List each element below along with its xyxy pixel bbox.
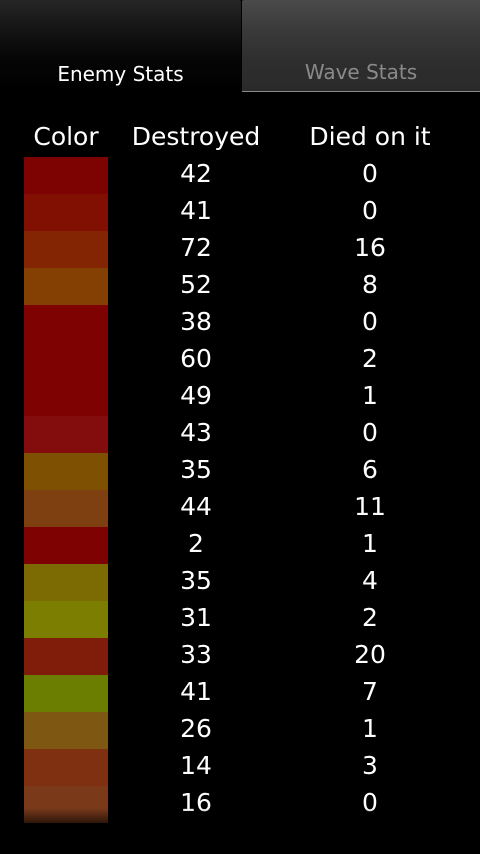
enemy-color-swatch xyxy=(24,416,108,453)
died-on-it-count: 11 xyxy=(354,492,386,521)
table-row: 60 2 xyxy=(0,342,480,379)
destroyed-count: 33 xyxy=(180,640,212,669)
died-on-it-count: 20 xyxy=(354,640,386,669)
tab-enemy-stats[interactable]: Enemy Stats xyxy=(0,0,241,93)
table-row: 35 6 xyxy=(0,453,480,490)
header-color: Color xyxy=(33,122,99,151)
destroyed-count: 16 xyxy=(180,788,212,817)
enemy-color-swatch xyxy=(24,490,108,527)
table-row: 43 0 xyxy=(0,416,480,453)
destroyed-count: 14 xyxy=(180,751,212,780)
tab-wave-stats-label: Wave Stats xyxy=(304,60,418,84)
enemy-color-swatch xyxy=(24,157,108,194)
enemy-color-swatch xyxy=(24,712,108,749)
enemy-color-swatch xyxy=(24,564,108,601)
died-on-it-count: 8 xyxy=(362,270,378,299)
tab-enemy-stats-label: Enemy Stats xyxy=(57,62,184,86)
enemy-color-swatch xyxy=(24,305,108,342)
enemy-color-swatch xyxy=(24,453,108,490)
destroyed-count: 38 xyxy=(180,307,212,336)
stats-table: 42 0 41 0 72 16 52 8 38 0 60 2 49 1 43 0 35 6 44 11 2 1 35 4 31 2… xyxy=(0,157,480,823)
tab-bar: Enemy Stats Wave Stats xyxy=(0,0,480,93)
enemy-color-swatch xyxy=(24,601,108,638)
table-row: 21 xyxy=(0,527,480,564)
destroyed-count: 42 xyxy=(180,159,212,188)
destroyed-count: 31 xyxy=(180,603,212,632)
died-on-it-count: 0 xyxy=(362,418,378,447)
destroyed-count: 60 xyxy=(180,344,212,373)
table-row: 44 11 xyxy=(0,490,480,527)
table-row: 35 4 xyxy=(0,564,480,601)
table-row: 38 0 xyxy=(0,305,480,342)
table-row: 16 0 xyxy=(0,786,480,823)
table-row: 41 7 xyxy=(0,675,480,712)
died-on-it-count: 3 xyxy=(362,751,378,780)
died-on-it-count: 0 xyxy=(362,788,378,817)
destroyed-count: 72 xyxy=(180,233,212,262)
enemy-color-swatch xyxy=(24,638,108,675)
table-row: 33 20 xyxy=(0,638,480,675)
died-on-it-count: 4 xyxy=(362,566,378,595)
died-on-it-count: 16 xyxy=(354,233,386,262)
destroyed-count: 35 xyxy=(180,455,212,484)
destroyed-count: 41 xyxy=(180,677,212,706)
enemy-color-swatch xyxy=(24,749,108,786)
table-row: 42 0 xyxy=(0,157,480,194)
destroyed-count: 43 xyxy=(180,418,212,447)
died-on-it-count: 7 xyxy=(362,677,378,706)
destroyed-count: 44 xyxy=(180,492,212,521)
enemy-color-swatch xyxy=(24,379,108,416)
destroyed-count: 52 xyxy=(180,270,212,299)
table-header: Color Destroyed Died on it xyxy=(0,118,480,158)
enemy-color-swatch xyxy=(24,527,108,564)
destroyed-count: 26 xyxy=(180,714,212,743)
died-on-it-count: 1 xyxy=(362,381,378,410)
table-row: 52 8 xyxy=(0,268,480,305)
header-destroyed: Destroyed xyxy=(131,122,261,151)
enemy-color-swatch xyxy=(24,342,108,379)
table-row: 41 0 xyxy=(0,194,480,231)
died-on-it-count: 0 xyxy=(362,307,378,336)
died-on-it-count: 1 xyxy=(362,529,378,558)
enemy-color-swatch xyxy=(24,675,108,712)
enemy-color-swatch xyxy=(24,268,108,305)
tab-wave-stats[interactable]: Wave Stats xyxy=(242,0,480,92)
died-on-it-count: 6 xyxy=(362,455,378,484)
table-row: 49 1 xyxy=(0,379,480,416)
destroyed-count: 49 xyxy=(180,381,212,410)
table-row: 14 3 xyxy=(0,749,480,786)
died-on-it-count: 2 xyxy=(362,344,378,373)
header-died-on-it: Died on it xyxy=(309,122,431,151)
died-on-it-count: 0 xyxy=(362,196,378,225)
died-on-it-count: 1 xyxy=(362,714,378,743)
died-on-it-count: 0 xyxy=(362,159,378,188)
destroyed-count: 35 xyxy=(180,566,212,595)
table-row: 72 16 xyxy=(0,231,480,268)
table-row: 26 1 xyxy=(0,712,480,749)
enemy-color-swatch xyxy=(24,231,108,268)
died-on-it-count: 2 xyxy=(362,603,378,632)
destroyed-count: 2 xyxy=(188,529,204,558)
destroyed-count: 41 xyxy=(180,196,212,225)
enemy-color-swatch xyxy=(24,786,108,823)
enemy-color-swatch xyxy=(24,194,108,231)
table-row: 31 2 xyxy=(0,601,480,638)
